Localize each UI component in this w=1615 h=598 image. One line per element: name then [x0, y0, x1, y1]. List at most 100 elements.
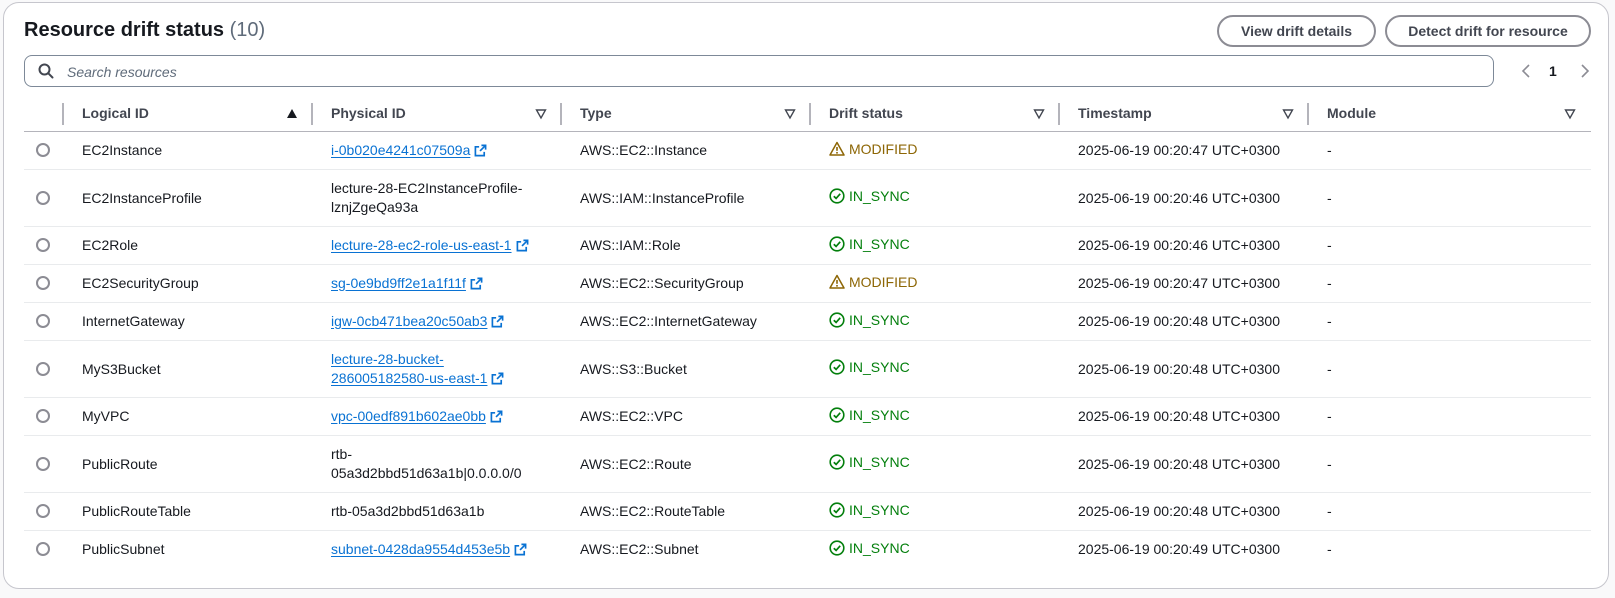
view-drift-details-button[interactable]: View drift details [1217, 15, 1376, 47]
row-radio[interactable] [36, 409, 50, 423]
table-row[interactable]: InternetGateway igw-0cb471bea20c50ab3 AW… [24, 302, 1591, 341]
drift-status-cell: IN_SYNC [811, 226, 1060, 265]
timestamp-cell: 2025-06-19 00:20:46 UTC+0300 [1060, 169, 1309, 227]
external-link-icon[interactable] [514, 543, 527, 559]
status-text: IN_SYNC [849, 359, 910, 375]
chevron-right-icon[interactable] [1576, 61, 1592, 86]
row-radio[interactable] [36, 542, 50, 557]
timestamp-cell: 2025-06-19 00:20:48 UTC+0300 [1060, 302, 1309, 341]
column-logical-id[interactable]: Logical ID [64, 97, 313, 132]
timestamp-cell: 2025-06-19 00:20:49 UTC+0300 [1060, 530, 1309, 568]
row-radio[interactable] [36, 361, 50, 376]
table-row[interactable]: PublicSubnet subnet-0428da9554d453e5b AW… [24, 530, 1591, 568]
row-radio[interactable] [36, 238, 50, 252]
row-select-cell [24, 397, 64, 436]
column-physical-id[interactable]: Physical ID [313, 97, 562, 132]
row-radio[interactable] [36, 314, 50, 328]
external-link-icon[interactable] [516, 239, 529, 255]
logical-id: EC2Role [82, 237, 139, 253]
external-link-icon[interactable] [470, 277, 483, 293]
status-badge: IN_SYNC [829, 540, 910, 556]
type-cell: AWS::EC2::Subnet [562, 530, 811, 568]
drift-status-cell: IN_SYNC [811, 340, 1060, 398]
status-text: IN_SYNC [849, 454, 910, 470]
resource-type: AWS::EC2::Subnet [580, 541, 699, 558]
timestamp: 2025-06-19 00:20:48 UTC+0300 [1078, 313, 1280, 329]
column-type[interactable]: Type [562, 97, 811, 132]
module-cell: - [1309, 131, 1591, 170]
module-cell: - [1309, 492, 1591, 531]
table-row[interactable]: EC2Instance i-0b020e4241c07509a AWS::EC2… [24, 131, 1591, 170]
table-row[interactable]: MyS3Bucket lecture-28-bucket- 28600518258… [24, 340, 1591, 398]
table-row[interactable]: PublicRoute rtb- 05a3d2bbd51d63a1b|0.0.0.… [24, 435, 1591, 493]
physical-id-line: 05a3d2bbd51d63a1b|0.0.0.0/0 [331, 464, 522, 481]
page-number[interactable]: 1 [1549, 63, 1557, 79]
type-cell: AWS::EC2::SecurityGroup [562, 264, 811, 303]
status-text: MODIFIED [849, 140, 918, 157]
table-row[interactable]: PublicRouteTable rtb-05a3d2bbd51d63a1b A… [24, 492, 1591, 531]
row-radio[interactable] [36, 143, 50, 157]
sort-icon[interactable] [784, 107, 796, 123]
module: - [1327, 408, 1332, 424]
check-circle-icon [829, 454, 845, 470]
timestamp-cell: 2025-06-19 00:20:48 UTC+0300 [1060, 397, 1309, 436]
logical-id-cell: EC2Instance [64, 131, 313, 170]
external-link-icon[interactable] [490, 410, 503, 426]
check-circle-icon [829, 406, 845, 423]
check-circle-icon [829, 311, 845, 328]
row-radio[interactable] [36, 504, 50, 518]
sort-ascending-icon[interactable] [286, 107, 298, 123]
type-cell: AWS::EC2::VPC [562, 397, 811, 436]
physical-id-link[interactable]: igw-0cb471bea20c50ab3 [331, 313, 487, 329]
timestamp-cell: 2025-06-19 00:20:47 UTC+0300 [1060, 131, 1309, 170]
search-box[interactable] [24, 55, 1494, 87]
sort-icon[interactable] [535, 107, 547, 123]
external-link-icon[interactable] [491, 372, 504, 388]
sort-icon[interactable] [1564, 107, 1576, 123]
column-module[interactable]: Module [1309, 97, 1591, 132]
physical-id-link[interactable]: subnet-0428da9554d453e5b [331, 541, 510, 557]
column-drift-status[interactable]: Drift status [811, 97, 1060, 132]
table-row[interactable]: MyVPC vpc-00edf891b602ae0bb AWS::EC2::VP… [24, 397, 1591, 436]
search-input[interactable] [65, 61, 1469, 83]
module: - [1327, 360, 1332, 377]
module-cell: - [1309, 435, 1591, 493]
physical-id-link[interactable]: lecture-28-bucket- 286005182580-us-east-1 [331, 351, 487, 386]
physical-id-link[interactable]: sg-0e9bd9ff2e1a1f11f [331, 275, 466, 291]
drift-status-cell: IN_SYNC [811, 169, 1060, 227]
column-timestamp[interactable]: Timestamp [1060, 97, 1309, 132]
type-cell: AWS::EC2::InternetGateway [562, 302, 811, 341]
sort-icon[interactable] [1033, 107, 1045, 123]
row-radio[interactable] [36, 276, 50, 290]
timestamp: 2025-06-19 00:20:48 UTC+0300 [1078, 503, 1280, 519]
table-row[interactable]: EC2InstanceProfile lecture-28-EC2Instanc… [24, 169, 1591, 227]
physical-id-link[interactable]: lecture-28-ec2-role-us-east-1 [331, 237, 512, 253]
row-radio[interactable] [36, 190, 50, 205]
logical-id-cell: EC2Role [64, 226, 313, 265]
physical-id-cell: lecture-28-bucket- 286005182580-us-east-1 [313, 340, 562, 398]
logical-id-cell: InternetGateway [64, 302, 313, 341]
table-row[interactable]: EC2Role lecture-28-ec2-role-us-east-1 AW… [24, 226, 1591, 265]
physical-id-link[interactable]: i-0b020e4241c07509a [331, 142, 470, 158]
drift-status-cell: MODIFIED [811, 131, 1060, 170]
select-column-header [24, 97, 64, 132]
type-cell: AWS::IAM::InstanceProfile [562, 169, 811, 227]
physical-id-cell: rtb- 05a3d2bbd51d63a1b|0.0.0.0/0 [313, 435, 562, 493]
logical-id: PublicRouteTable [82, 503, 191, 519]
status-badge: MODIFIED [829, 141, 917, 157]
physical-id-line: rtb- [331, 445, 352, 462]
row-select-cell [24, 435, 64, 493]
detect-drift-button[interactable]: Detect drift for resource [1385, 15, 1591, 47]
physical-id-link[interactable]: vpc-00edf891b602ae0bb [331, 408, 486, 424]
drift-status-panel: Resource drift status (10) View drift de… [3, 2, 1609, 589]
module-cell: - [1309, 264, 1591, 303]
panel-header: Resource drift status (10) [24, 19, 265, 42]
table-row[interactable]: EC2SecurityGroup sg-0e9bd9ff2e1a1f11f AW… [24, 264, 1591, 303]
chevron-left-icon[interactable] [1519, 61, 1535, 86]
external-link-icon[interactable] [491, 315, 504, 331]
sort-icon[interactable] [1282, 107, 1294, 123]
external-link-icon[interactable] [474, 144, 487, 160]
row-radio[interactable] [36, 456, 50, 471]
physical-id-cell: subnet-0428da9554d453e5b [313, 530, 562, 568]
type-cell: AWS::S3::Bucket [562, 340, 811, 398]
